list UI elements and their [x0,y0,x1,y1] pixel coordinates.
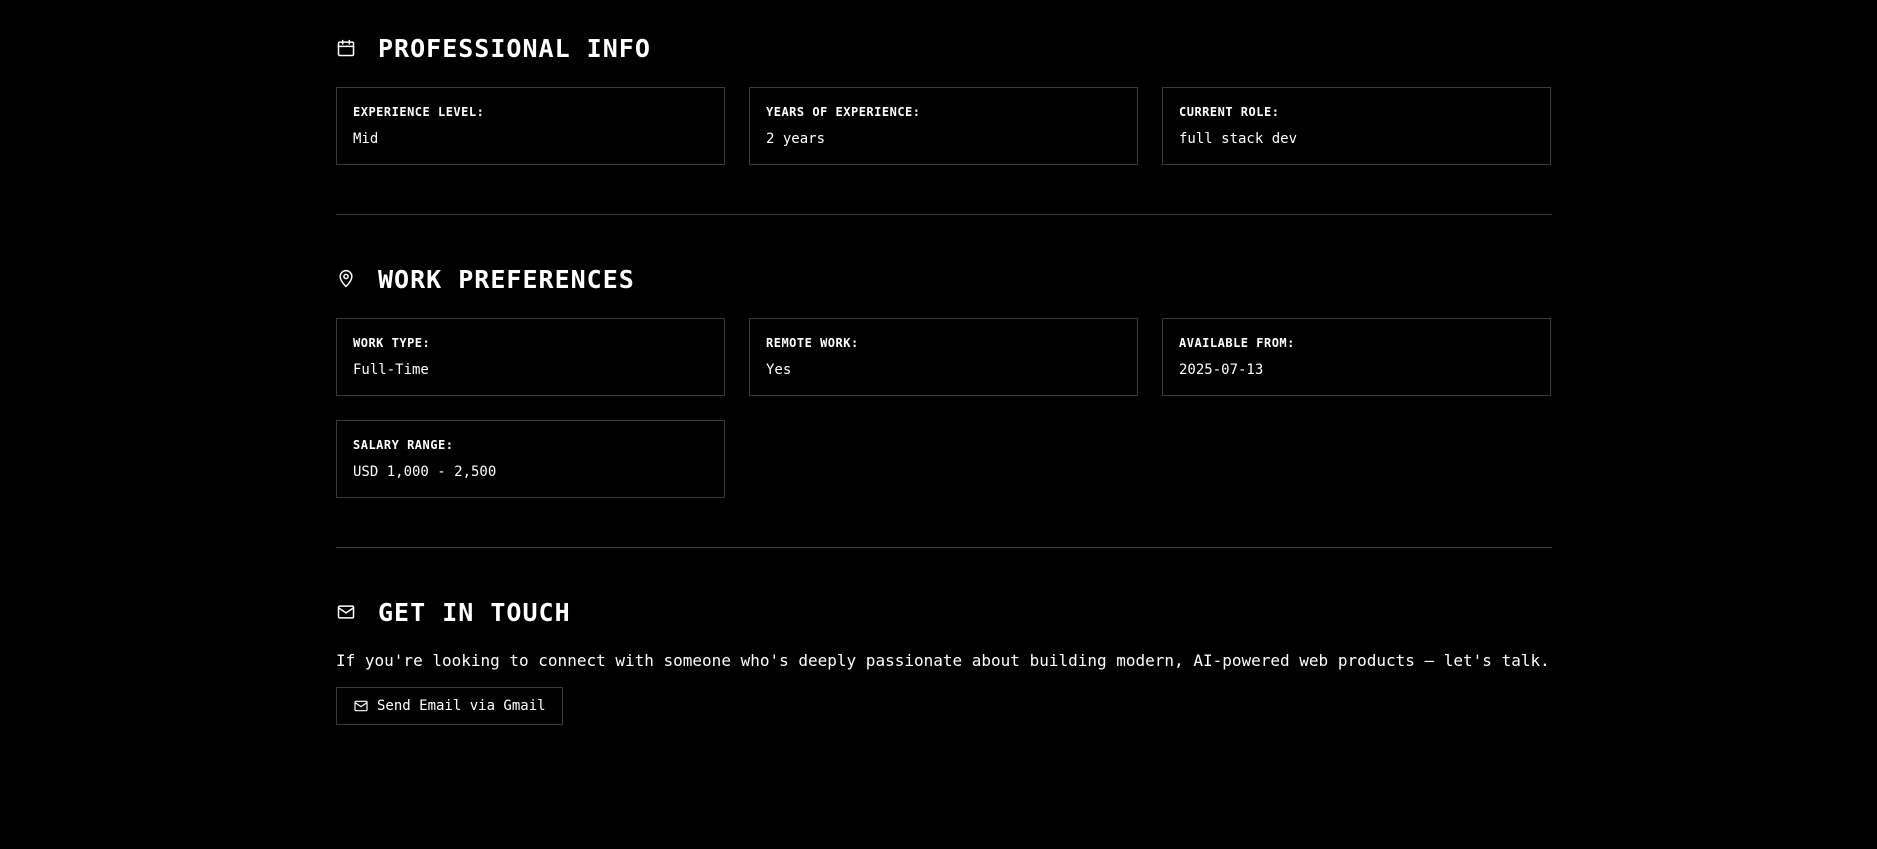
professional-info-header: PROFESSIONAL INFO [336,32,1552,64]
work-type-card: WORK TYPE: Full-Time [336,318,725,396]
card-value: 2025-07-13 [1179,362,1264,378]
get-in-touch-header: GET IN TOUCH [336,596,1552,628]
salary-range-card: SALARY RANGE: USD 1,000 - 2,500 [336,420,725,498]
card-label: REMOTE WORK: [766,336,859,350]
card-value: USD 1,000 - 2,500 [353,464,497,480]
section-title-professional-info: PROFESSIONAL INFO [378,33,651,63]
card-value: Mid [353,131,379,147]
remote-work-card: REMOTE WORK: Yes [749,318,1138,396]
card-label: EXPERIENCE LEVEL: [353,105,485,119]
calendar-icon [336,38,356,58]
map-pin-icon [336,269,356,289]
professional-info-section: PROFESSIONAL INFO EXPERIENCE LEVEL: Mid … [336,32,1552,165]
current-role-card: CURRENT ROLE: full stack dev [1162,87,1551,165]
send-email-button[interactable]: Send Email via Gmail [336,687,563,725]
send-email-button-label: Send Email via Gmail [377,698,546,714]
professional-info-grid: EXPERIENCE LEVEL: Mid YEARS OF EXPERIENC… [336,87,1552,165]
card-label: CURRENT ROLE: [1179,105,1280,119]
card-value: Full-Time [353,362,429,378]
section-title-get-in-touch: GET IN TOUCH [378,597,571,627]
section-divider [336,547,1552,548]
card-label: SALARY RANGE: [353,438,454,452]
years-of-experience-card: YEARS OF EXPERIENCE: 2 years [749,87,1138,165]
work-preferences-header: WORK PREFERENCES [336,263,1552,295]
work-preferences-section: WORK PREFERENCES WORK TYPE: Full-Time RE… [336,263,1552,498]
card-value: 2 years [766,131,826,147]
mail-icon [336,602,356,622]
contact-description: If you're looking to connect with someon… [336,651,1550,670]
card-value: full stack dev [1179,131,1298,147]
section-divider [336,214,1552,215]
experience-level-card: EXPERIENCE LEVEL: Mid [336,87,725,165]
mail-icon [353,698,369,714]
card-label: YEARS OF EXPERIENCE: [766,105,921,119]
available-from-card: AVAILABLE FROM: 2025-07-13 [1162,318,1551,396]
card-label: WORK TYPE: [353,336,431,350]
get-in-touch-section: GET IN TOUCH If you're looking to connec… [336,596,1552,725]
card-label: AVAILABLE FROM: [1179,336,1295,350]
card-value: Yes [766,362,792,378]
work-preferences-grid: WORK TYPE: Full-Time REMOTE WORK: Yes AV… [336,318,1552,498]
section-title-work-preferences: WORK PREFERENCES [378,264,635,294]
